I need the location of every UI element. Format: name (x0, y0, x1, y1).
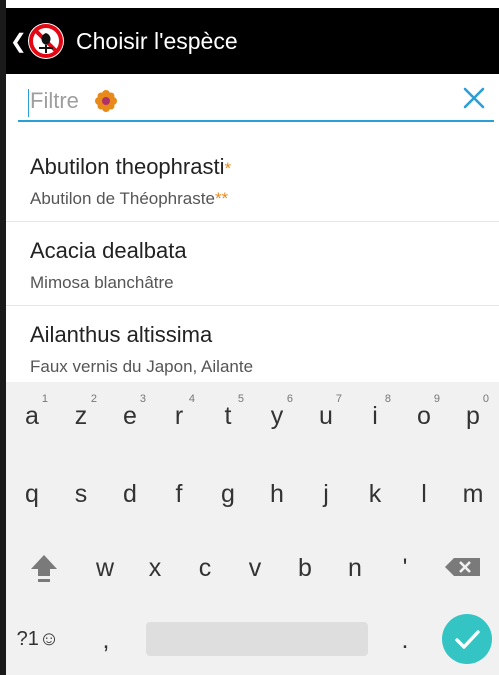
list-item[interactable]: Acacia dealbata Mimosa blanchâtre (6, 222, 499, 306)
shift-icon (31, 555, 57, 582)
screen: ❮ Choisir l'espèce Filtre Abutilon theop… (0, 0, 499, 675)
key-label: m (462, 480, 484, 508)
key-u[interactable]: 7u (302, 390, 350, 440)
key-v[interactable]: v (231, 542, 279, 592)
key-label: . (401, 626, 409, 654)
key-y[interactable]: 6y (253, 390, 301, 440)
key-q[interactable]: q (8, 468, 56, 518)
search-filter: Filtre (18, 80, 494, 122)
species-latin-name: Abutilon theophrasti* (30, 154, 232, 179)
key-label: t (224, 402, 232, 430)
check-icon (455, 630, 480, 649)
key-apostrophe[interactable]: ' (381, 542, 429, 592)
key-w[interactable]: w (81, 542, 129, 592)
species-list: Abutilon theophrasti* Abutilon de Théoph… (6, 138, 499, 389)
key-label: l (421, 480, 427, 508)
key-label: r (174, 402, 184, 430)
key-g[interactable]: g (204, 468, 252, 518)
search-underline (18, 120, 494, 122)
backspace-icon (445, 558, 480, 576)
key-label: i (372, 402, 378, 430)
key-label: h (270, 480, 284, 508)
key-n[interactable]: n (331, 542, 379, 592)
flower-icon (95, 90, 117, 112)
key-p[interactable]: 0p (449, 390, 497, 440)
key-d[interactable]: d (106, 468, 154, 518)
key-label: n (348, 554, 362, 582)
key-c[interactable]: c (181, 542, 229, 592)
key-period[interactable]: . (381, 614, 429, 664)
key-j[interactable]: j (302, 468, 350, 518)
key-h[interactable]: h (253, 468, 301, 518)
key-t[interactable]: 5t (204, 390, 252, 440)
key-label: , (102, 626, 110, 654)
key-label: j (323, 480, 329, 508)
list-item[interactable]: Ailanthus altissima Faux vernis du Japon… (6, 306, 499, 389)
key-e[interactable]: 3e (106, 390, 154, 440)
key-label: y (270, 402, 284, 430)
top-strip (0, 0, 499, 8)
species-latin-name: Ailanthus altissima (30, 322, 213, 347)
species-common-name: Abutilon de Théophraste** (30, 189, 229, 208)
key-label: w (95, 554, 115, 582)
key-label: k (368, 480, 382, 508)
key-label: f (175, 480, 183, 508)
key-label: ?1☺ (16, 628, 60, 650)
key-label: z (74, 402, 88, 430)
key-z[interactable]: 2z (57, 390, 105, 440)
species-common-name: Faux vernis du Japon, Ailante (30, 357, 254, 376)
space-key[interactable] (146, 622, 368, 656)
symbols-key[interactable]: ?1☺ (10, 614, 66, 664)
key-k[interactable]: k (351, 468, 399, 518)
key-label: u (319, 402, 333, 430)
species-common-name: Mimosa blanchâtre (30, 273, 174, 292)
key-label: ' (402, 554, 408, 582)
no-invasive-plant-logo-icon[interactable] (26, 21, 66, 61)
key-label: c (198, 554, 212, 582)
key-o[interactable]: 9o (400, 390, 448, 440)
key-m[interactable]: m (449, 468, 497, 518)
key-a[interactable]: 1a (8, 390, 56, 440)
done-button[interactable] (442, 614, 492, 664)
key-label: b (298, 554, 312, 582)
key-label: e (123, 402, 137, 430)
back-button[interactable]: ❮ (10, 29, 27, 54)
key-b[interactable]: b (281, 542, 329, 592)
key-label: d (123, 480, 137, 508)
page-title: Choisir l'espèce (76, 27, 238, 54)
key-label: v (248, 554, 262, 582)
close-icon[interactable] (462, 86, 486, 110)
text-cursor (28, 89, 29, 117)
list-item[interactable]: Abutilon theophrasti* Abutilon de Théoph… (6, 138, 499, 222)
key-s[interactable]: s (57, 468, 105, 518)
species-latin-name: Acacia dealbata (30, 238, 187, 263)
soft-keyboard: 1a 2z 3e 4r 5t 6y 7u 8i 9o 0p q s d f g … (6, 382, 499, 675)
key-comma[interactable]: , (82, 614, 130, 664)
key-label: g (221, 480, 235, 508)
key-label: p (466, 402, 480, 430)
keyboard-row-4: ?1☺ , . (6, 614, 499, 664)
key-label: x (148, 554, 162, 582)
keyboard-row-3: w x c v b n ' (6, 542, 499, 592)
key-label: o (417, 402, 431, 430)
key-x[interactable]: x (131, 542, 179, 592)
key-l[interactable]: l (400, 468, 448, 518)
key-label: s (74, 480, 88, 508)
app-bar: ❮ Choisir l'espèce (6, 8, 499, 74)
shift-key[interactable] (20, 542, 68, 592)
keyboard-row-1: 1a 2z 3e 4r 5t 6y 7u 8i 9o 0p (6, 390, 499, 440)
key-r[interactable]: 4r (155, 390, 203, 440)
search-input[interactable]: Filtre (30, 88, 79, 114)
key-label: a (25, 402, 39, 430)
key-i[interactable]: 8i (351, 390, 399, 440)
key-label: q (25, 480, 39, 508)
key-f[interactable]: f (155, 468, 203, 518)
backspace-key[interactable] (440, 542, 488, 592)
keyboard-row-2: q s d f g h j k l m (6, 468, 499, 518)
